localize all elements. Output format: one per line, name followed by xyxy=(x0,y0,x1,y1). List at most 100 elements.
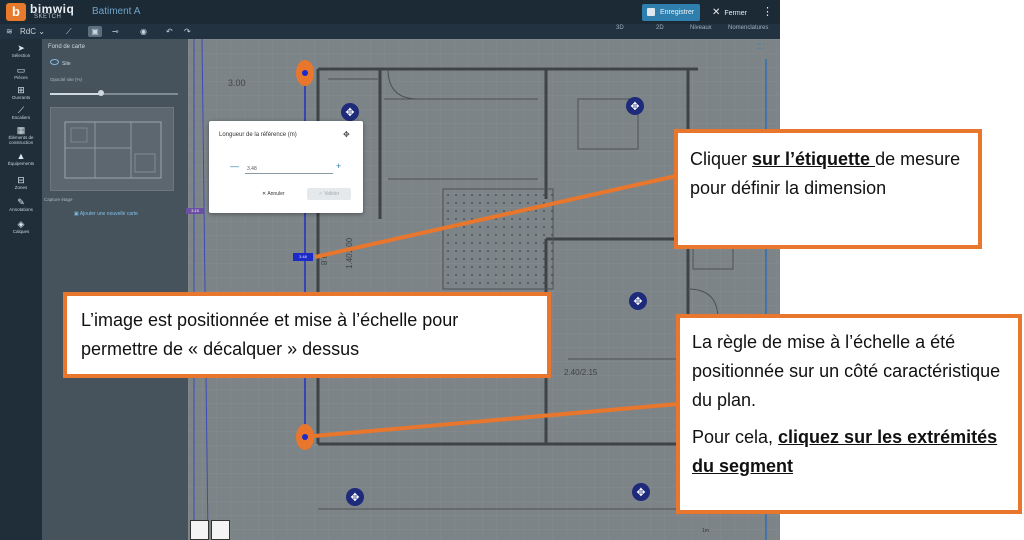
measurement-label-tag[interactable]: 3.48 xyxy=(293,253,313,261)
tab-3d[interactable]: 3D xyxy=(616,25,624,31)
validate-button[interactable]: ✓ Valider xyxy=(307,188,351,200)
callout-text: La règle de mise à l’échelle a été posit… xyxy=(692,332,1001,410)
close-label: Fermer xyxy=(724,10,747,17)
undo-icon[interactable]: ↶ xyxy=(166,26,173,37)
layers-icon: ◈ xyxy=(17,219,25,229)
sidebar-item-annotations[interactable]: ✎ Annotations xyxy=(0,197,42,212)
floor-capture-thumbnail[interactable] xyxy=(50,107,174,191)
eye-icon[interactable]: ◉ xyxy=(140,26,147,37)
increment-button[interactable]: + xyxy=(336,161,341,171)
opacity-slider-thumb[interactable] xyxy=(98,90,105,96)
tab-schedules[interactable]: Nomenclatures xyxy=(728,25,768,31)
sidebar-item-label: Ouvrants xyxy=(11,95,31,100)
level-value: RdC xyxy=(20,27,37,36)
cursor-icon: ➤ xyxy=(17,43,25,53)
sidebar-item-label: Éléments de construction xyxy=(8,135,34,145)
sidebar-item-openings[interactable]: ⊞ Ouvrants xyxy=(0,85,42,100)
scale-tag[interactable]: 3.15 xyxy=(186,208,204,214)
more-menu-icon[interactable]: ⋮ xyxy=(762,5,773,18)
move-handle-icon[interactable]: ✥ xyxy=(629,292,647,310)
sidebar-item-stairs[interactable]: ⟋ Escaliers xyxy=(0,105,42,120)
dimension-label: 3.00 xyxy=(228,78,246,88)
visibility-eye-icon[interactable] xyxy=(50,59,59,65)
callout-text: L’image est positionnée et mise à l’éche… xyxy=(81,310,459,359)
svg-text:✥: ✥ xyxy=(345,106,354,119)
close-button[interactable]: ✕ Fermer xyxy=(712,4,747,21)
move-handle-icon[interactable]: ✥ xyxy=(626,97,644,115)
validate-label: Valider xyxy=(324,191,340,197)
bimwiq-logo-icon: b xyxy=(6,3,26,21)
annotations-icon: ✎ xyxy=(17,197,25,207)
callout-text: Cliquer xyxy=(690,149,753,169)
legend-icon[interactable] xyxy=(211,520,230,540)
add-map-link[interactable]: ▣ Ajouter une nouvelle carte xyxy=(74,211,138,217)
capture-label: Capture étage xyxy=(44,197,73,202)
save-button[interactable]: Enregistrer xyxy=(642,4,700,21)
add-map-label: Ajouter une nouvelle carte xyxy=(79,211,138,217)
callout-label-click: Cliquer sur l’étiquette de mesure pour d… xyxy=(674,129,982,249)
measure-tool-icon[interactable]: ⊸ xyxy=(112,26,119,37)
opacity-label: Opacité site (%) xyxy=(50,77,83,82)
decrement-button[interactable]: — xyxy=(230,161,239,171)
sidebar-item-layers[interactable]: ◈ Calques xyxy=(0,219,42,234)
sidebar-item-label: Escaliers xyxy=(11,115,31,120)
stairs-icon: ⟋ xyxy=(17,105,25,115)
sidebar-item-label: Sélection xyxy=(11,53,31,58)
tool-sidebar: ➤ Sélection ▭ Pièces ⊞ Ouvrants ⟋ Escaliers … xyxy=(0,39,42,540)
construction-icon: ▦ xyxy=(16,125,26,135)
layers-stack-icon[interactable]: ≋ xyxy=(6,26,13,37)
compass-icon[interactable] xyxy=(190,520,209,540)
callout-image-scaled: L’image est positionnée et mise à l’éche… xyxy=(63,292,551,378)
equipment-icon: ▲ xyxy=(16,151,26,161)
sidebar-item-rooms[interactable]: ▭ Pièces xyxy=(0,65,42,80)
sidebar-item-label: Pièces xyxy=(14,75,28,80)
close-icon: ✕ xyxy=(712,7,721,18)
svg-text:✥: ✥ xyxy=(633,295,642,308)
sidebar-item-construction[interactable]: ▦ Éléments de construction xyxy=(0,125,42,145)
dialog-title: Longueur de la référence (m) xyxy=(219,132,297,138)
save-icon xyxy=(647,8,655,16)
save-label: Enregistrer xyxy=(660,9,695,16)
line-tool-icon[interactable]: ⟋ xyxy=(66,26,72,37)
sidebar-item-selection[interactable]: ➤ Sélection xyxy=(0,43,42,58)
tab-levels[interactable]: Niveaux xyxy=(690,25,712,31)
sidebar-item-label: Annotations xyxy=(9,207,33,212)
site-label: Site xyxy=(62,61,71,67)
move-handle-icon[interactable]: ✥ xyxy=(341,103,359,121)
level-select[interactable]: RdC ⌄ xyxy=(20,26,45,37)
zoom-fit-icon[interactable]: ⛶ xyxy=(758,42,768,52)
basemap-panel: Fond de carte Site Opacité site (%) Capt… xyxy=(42,39,188,540)
opacity-slider-fill xyxy=(50,93,102,95)
dimension-label: 1.401.00 xyxy=(345,237,354,269)
project-name[interactable]: Batiment A xyxy=(92,6,140,17)
reference-length-input[interactable] xyxy=(245,164,333,174)
app-window: b bimwiq SKETCH Batiment A Enregistrer ✕… xyxy=(0,0,780,540)
brand-sub: SKETCH xyxy=(34,14,62,20)
svg-text:✥: ✥ xyxy=(350,491,359,504)
move-handle-icon[interactable]: ✥ xyxy=(632,483,650,501)
top-bar: b bimwiq SKETCH Batiment A Enregistrer ✕… xyxy=(0,0,780,24)
image-tool-icon[interactable]: ▣ xyxy=(88,26,102,37)
tab-2d[interactable]: 2D xyxy=(656,25,664,31)
redo-icon[interactable]: ↷ xyxy=(184,26,191,37)
zones-icon: ⊟ xyxy=(17,175,25,185)
sidebar-item-equipment[interactable]: ▲ Équipements xyxy=(0,151,42,166)
svg-text:✥: ✥ xyxy=(636,486,645,499)
scale-bar: 1m xyxy=(702,528,709,534)
callout-text: Pour cela, xyxy=(692,427,779,447)
panel-title: Fond de carte xyxy=(48,44,86,50)
cancel-button[interactable]: ✕ Annuler xyxy=(262,191,285,197)
drag-handle-icon[interactable]: ✥ xyxy=(343,130,350,139)
dimension-label: 9.8 xyxy=(319,254,328,266)
move-handle-icon[interactable]: ✥ xyxy=(346,488,364,506)
svg-text:✥: ✥ xyxy=(630,100,639,113)
openings-icon: ⊞ xyxy=(17,85,25,95)
thumbnail-plan-image xyxy=(64,121,162,179)
sidebar-item-label: Calques xyxy=(12,229,30,234)
callout-scale-rule: La règle de mise à l’échelle a été posit… xyxy=(676,314,1022,514)
reference-length-dialog: Longueur de la référence (m) ✥ — + ✕ Ann… xyxy=(209,121,363,213)
toolbar: ≋ RdC ⌄ ⟋ ▣ ⊸ ◉ ↶ ↷ 3D 2D Niveaux Nomenc… xyxy=(0,24,780,39)
sidebar-item-zones[interactable]: ⊟ Zones xyxy=(0,175,42,190)
dimension-label: 2.40/2.15 xyxy=(564,368,598,377)
cancel-label: Annuler xyxy=(267,191,285,197)
